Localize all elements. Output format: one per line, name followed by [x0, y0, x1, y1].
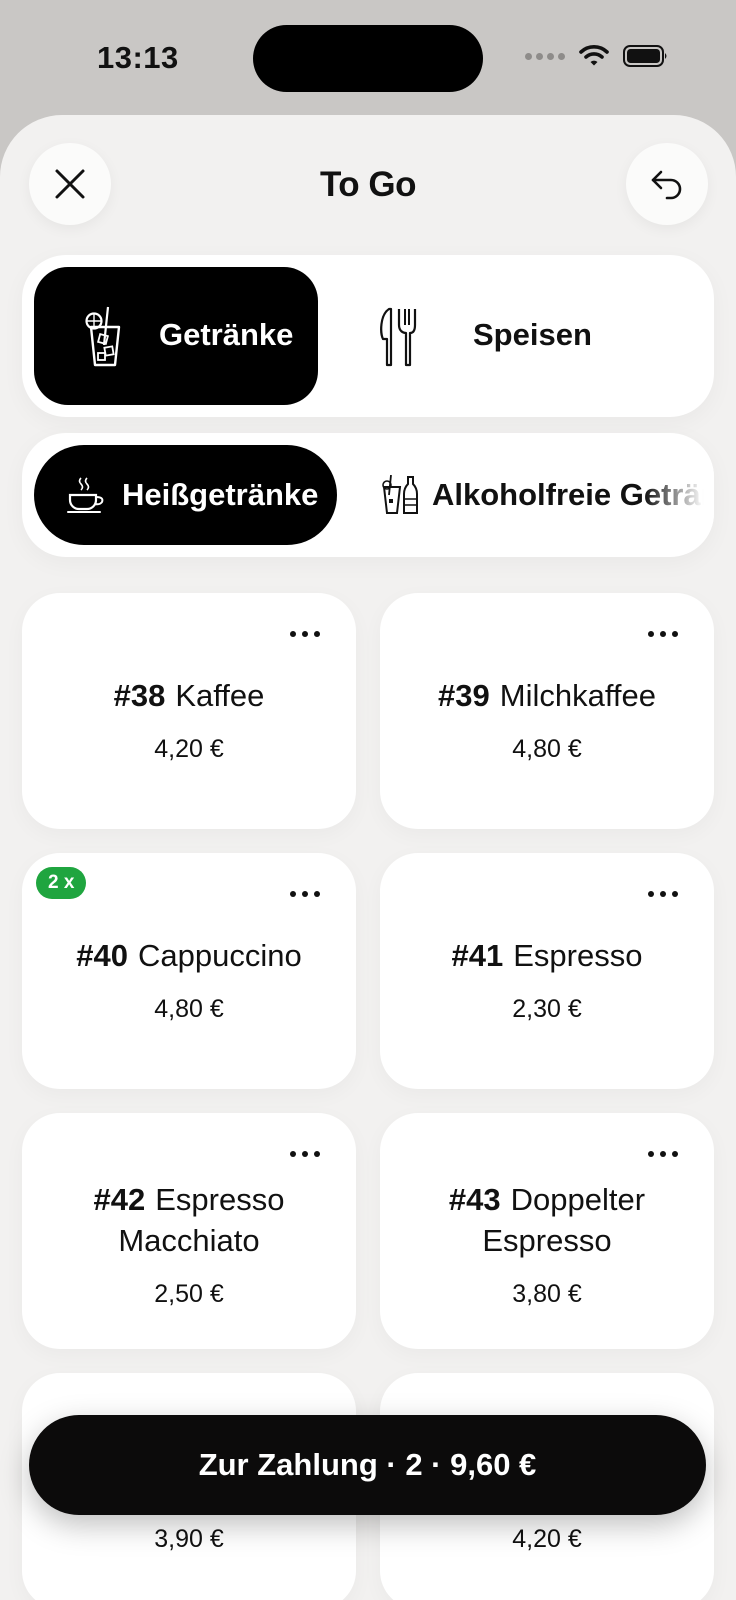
coffee-cup-icon	[67, 477, 104, 513]
order-sheet: To Go Getränke Speisen Heißgetränke Alko…	[0, 115, 736, 1600]
status-time: 13:13	[97, 40, 179, 75]
product-name: #43 Doppelter Espresso	[390, 1179, 704, 1261]
product-title: Espresso	[155, 1182, 285, 1217]
tab-drinks-label: Getränke	[159, 317, 294, 352]
product-number: #38	[113, 678, 166, 713]
product-name: #40 Cappuccino	[32, 935, 346, 976]
more-options-icon[interactable]	[648, 631, 678, 637]
product-name: #42 Espresso Macchiato	[32, 1179, 346, 1261]
knife-fork-icon	[380, 307, 417, 367]
product-card[interactable]: #39 Milchkaffee 4,80 €	[380, 593, 714, 829]
product-name: #38 Kaffee	[32, 675, 346, 716]
status-indicators	[525, 44, 669, 68]
battery-icon	[623, 45, 667, 67]
chip-hot-drinks-label: Heißgetränke	[122, 477, 319, 512]
product-name: #41 Espresso	[390, 935, 704, 976]
more-options-icon[interactable]	[290, 631, 320, 637]
soft-drinks-icon	[382, 475, 418, 514]
cocktail-glass-icon	[85, 306, 121, 367]
product-price: 3,90 €	[154, 1525, 224, 1553]
product-number: #40	[76, 938, 128, 973]
product-number: #42	[93, 1182, 146, 1217]
checkout-button[interactable]: Zur Zahlung · 2 · 9,60 €	[29, 1415, 706, 1515]
product-title: Kaffee	[175, 678, 265, 713]
product-number: #43	[448, 1182, 501, 1217]
product-title: Cappuccino	[138, 938, 302, 973]
cellular-signal-icon	[525, 52, 565, 60]
product-number: #39	[438, 678, 490, 713]
product-number: #41	[451, 938, 504, 973]
subcategory-scroller[interactable]: Heißgetränke Alkoholfreie Getränke	[22, 433, 714, 557]
product-title: Milchkaffee	[499, 678, 656, 713]
tab-drinks[interactable]: Getränke	[34, 267, 318, 405]
quantity-badge: 2 x	[36, 867, 87, 899]
more-options-icon[interactable]	[290, 1151, 320, 1157]
product-price: 3,80 €	[512, 1280, 582, 1308]
product-title: Espresso	[513, 938, 643, 973]
undo-button[interactable]	[626, 143, 708, 225]
product-price: 4,80 €	[512, 735, 582, 763]
product-card[interactable]: #41 Espresso 2,30 €	[380, 853, 714, 1089]
product-title-line2: Macchiato	[118, 1223, 260, 1258]
more-options-icon[interactable]	[648, 891, 678, 897]
product-price: 4,20 €	[512, 1525, 582, 1553]
more-options-icon[interactable]	[648, 1151, 678, 1157]
category-segmented-control: Getränke Speisen	[22, 255, 714, 417]
dynamic-island	[253, 25, 483, 92]
chip-hot-drinks[interactable]: Heißgetränke	[34, 445, 337, 545]
product-price: 2,50 €	[154, 1280, 224, 1308]
undo-icon	[651, 170, 682, 200]
product-price: 2,30 €	[512, 995, 582, 1023]
product-card[interactable]: #38 Kaffee 4,20 €	[22, 593, 356, 829]
product-title: Doppelter	[510, 1182, 646, 1217]
product-price: 4,20 €	[154, 735, 224, 763]
product-card[interactable]: #43 Doppelter Espresso 3,80 €	[380, 1113, 714, 1349]
product-price: 4,80 €	[154, 995, 224, 1023]
product-card[interactable]: #42 Espresso Macchiato 2,50 €	[22, 1113, 356, 1349]
tab-food-label: Speisen	[473, 317, 592, 352]
scroll-fade	[644, 433, 714, 557]
wifi-icon	[579, 45, 609, 66]
product-card[interactable]: 2 x #40 Cappuccino 4,80 €	[22, 853, 356, 1089]
product-title-line2: Espresso	[482, 1223, 612, 1258]
more-options-icon[interactable]	[290, 891, 320, 897]
product-name: #39 Milchkaffee	[390, 675, 704, 716]
status-bar: 13:13	[0, 0, 736, 115]
